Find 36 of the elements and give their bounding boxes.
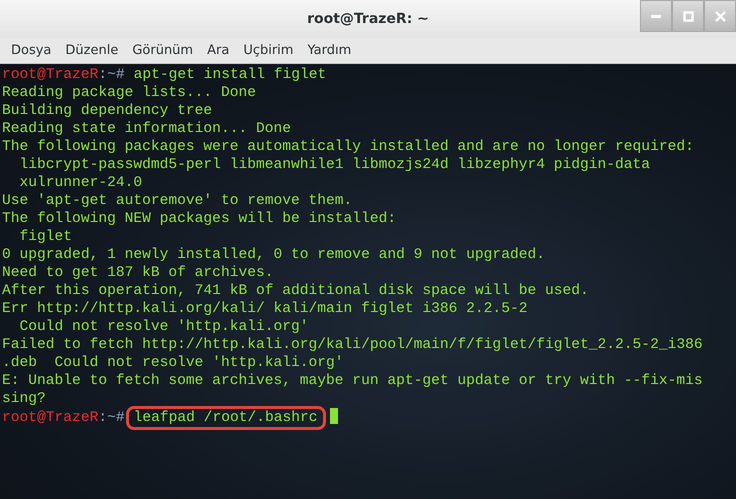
maximize-button[interactable] bbox=[672, 0, 704, 32]
close-button[interactable] bbox=[704, 0, 736, 32]
minimize-icon bbox=[651, 14, 661, 18]
output-line: .deb Could not resolve 'http.kali.org' bbox=[2, 355, 344, 371]
output-line: libcrypt-passwdmd5-perl libmeanwhile1 libmozjs24d libzephyr4 pidgin-data bbox=[18, 157, 650, 173]
command-text: apt-get install figlet bbox=[134, 67, 326, 83]
output-line: E: Unable to fetch some archives, maybe run apt-get update or try with --fix-mis bbox=[2, 373, 703, 389]
menu-item[interactable]: Yardım bbox=[300, 43, 358, 58]
menu-item[interactable]: Dosya bbox=[4, 43, 58, 58]
menu-item[interactable]: Uçbirim bbox=[236, 43, 300, 58]
output-line: 0 upgraded, 1 newly installed, 0 to remove and 9 not upgraded. bbox=[2, 247, 545, 263]
prompt-host: root@TrazeR bbox=[2, 67, 98, 83]
menu-item[interactable]: Görünüm bbox=[125, 43, 200, 58]
prompt-symbol: :~# bbox=[98, 410, 125, 426]
output-line: The following packages were automatically installed and are no longer required: bbox=[2, 139, 694, 155]
output-line: Failed to fetch http://http.kali.org/kali/pool/main/f/figlet/figlet_2.2.5-2_i386 bbox=[2, 337, 703, 353]
menu-item[interactable]: Düzenle bbox=[58, 43, 126, 58]
minimize-button[interactable] bbox=[640, 0, 672, 32]
close-icon bbox=[714, 10, 726, 22]
output-line: Need to get 187 kB of archives. bbox=[2, 265, 274, 281]
prompt-symbol: :~# bbox=[98, 67, 125, 83]
output-line: figlet bbox=[18, 229, 72, 245]
output-line: The following NEW packages will be installed: bbox=[2, 211, 396, 227]
output-line: xulrunner-24.0 bbox=[18, 175, 142, 191]
output-line: After this operation, 741 kB of additional disk space will be used. bbox=[2, 283, 589, 299]
output-line: Reading package lists... Done bbox=[2, 85, 256, 101]
output-line: Could not resolve 'http.kali.org' bbox=[18, 319, 309, 335]
maximize-icon bbox=[682, 10, 694, 22]
window-title: root@TrazeR: ~ bbox=[307, 11, 429, 27]
output-line: Building dependency tree bbox=[2, 103, 212, 119]
output-line: sing? bbox=[2, 391, 46, 407]
output-line: Use 'apt-get autoremove' to remove them. bbox=[2, 193, 352, 209]
output-line: Reading state information... Done bbox=[2, 121, 292, 137]
menu-item[interactable]: Ara bbox=[200, 43, 236, 58]
prompt-host: root@TrazeR bbox=[2, 410, 98, 426]
output-line: Err http://http.kali.org/kali/ kali/main figlet i386 2.2.5-2 bbox=[2, 301, 528, 317]
